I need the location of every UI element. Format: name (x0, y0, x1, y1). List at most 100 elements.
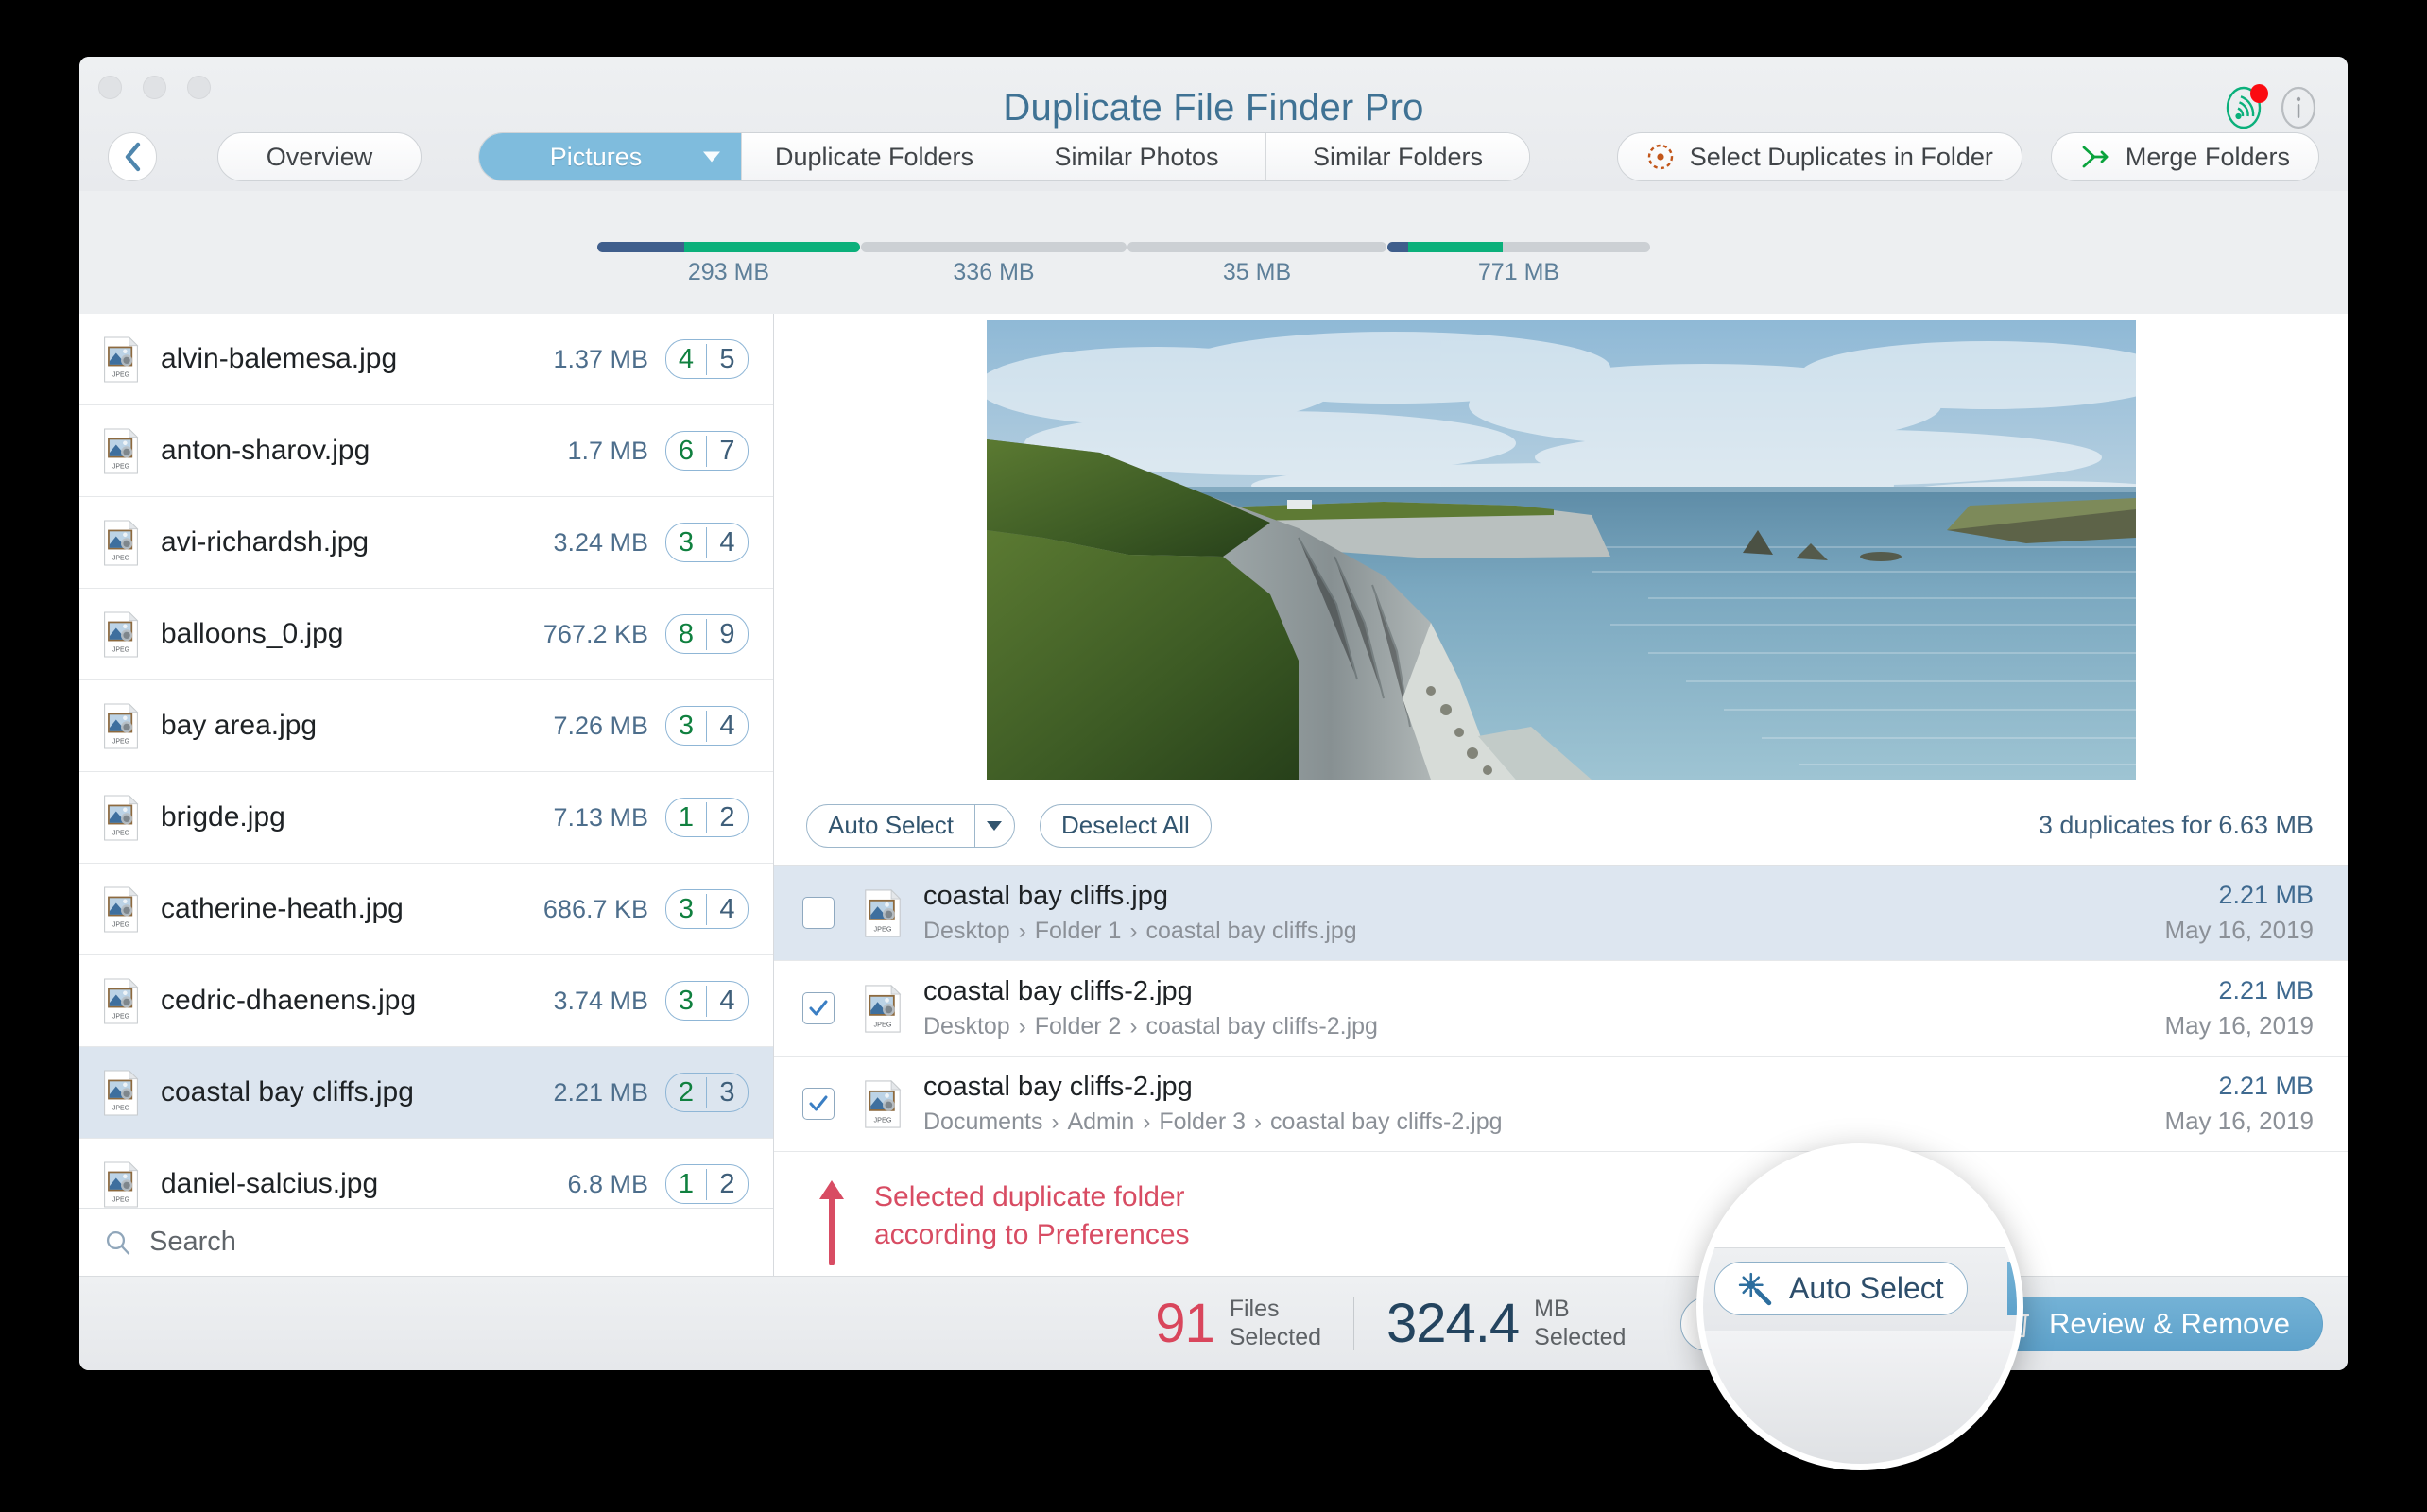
jpeg-file-icon: JPEG (104, 977, 139, 1023)
path-segment: Admin (1067, 1108, 1135, 1135)
jpeg-file-icon: JPEG (102, 519, 140, 566)
file-row[interactable]: JPEG anton-sharov.jpg 1.7 MB 6 7 (79, 405, 773, 497)
tab-pictures[interactable]: Pictures (479, 133, 742, 180)
file-row[interactable]: JPEG alvin-balemesa.jpg 1.37 MB 4 5 (79, 314, 773, 405)
tab-similar-photos[interactable]: Similar Photos (1007, 133, 1266, 180)
deselect-all-button[interactable]: Deselect All (1039, 803, 1212, 848)
file-name: coastal bay cliffs.jpg (161, 1076, 414, 1108)
magnified-auto-select-label: Auto Select (1789, 1271, 1944, 1305)
preview-area (774, 314, 2348, 786)
file-name: avi-richardsh.jpg (161, 526, 370, 558)
annotation-callout: Selected duplicate folder according to P… (774, 1152, 2348, 1265)
svg-text:JPEG: JPEG (874, 924, 892, 933)
total-count: 5 (719, 343, 735, 374)
main-content: Sort by Name JPEG alvin-balemesa.jpg1.37… (79, 314, 2348, 1276)
total-count: 2 (719, 801, 735, 833)
meter-blue-segment (1387, 242, 1409, 252)
annotation-line-1: Selected duplicate folder (874, 1181, 1185, 1212)
path-separator-icon: › (1018, 1014, 1026, 1040)
notifications-icon[interactable] (2225, 84, 2268, 130)
path-separator-icon: › (1129, 919, 1138, 944)
path-segment: coastal bay cliffs-2.jpg (1270, 1108, 1503, 1135)
total-count: 4 (719, 710, 735, 741)
selected-label: Selected (1229, 1323, 1322, 1350)
info-icon[interactable] (2278, 85, 2319, 130)
search-bar[interactable] (79, 1208, 773, 1276)
path-segment: Folder 1 (1034, 918, 1122, 944)
file-row[interactable]: JPEG balloons_0.jpg 767.2 KB 8 9 (79, 589, 773, 680)
total-count: 9 (719, 618, 735, 649)
duplicates-action-bar: Auto Select Deselect All 3 duplicates fo… (774, 786, 2348, 866)
back-button[interactable] (108, 132, 157, 181)
tab-similar-folders-label: Similar Folders (1312, 142, 1484, 171)
duplicate-checkbox[interactable] (802, 1088, 835, 1120)
path-separator-icon: › (1143, 1109, 1151, 1135)
duplicate-count-badge: 34 (665, 981, 749, 1021)
auto-select-caret[interactable] (973, 804, 1014, 847)
duplicate-file-name: coastal bay cliffs.jpg (923, 881, 1168, 911)
path-segment: Desktop (923, 1013, 1010, 1040)
svg-text:JPEG: JPEG (112, 921, 129, 928)
file-row[interactable]: JPEG bay area.jpg 7.26 MB 3 4 (79, 680, 773, 772)
file-size: 3.24 MB (553, 527, 648, 557)
auto-select-label: Auto Select (828, 811, 954, 839)
auto-select-dropdown-button[interactable]: Auto Select (806, 803, 1015, 848)
duplicate-count-badge: 34 (665, 523, 749, 562)
size-selected-label: MB Selected (1534, 1296, 1626, 1351)
tab-similar-folders[interactable]: Similar Folders (1266, 133, 1529, 180)
selection-stats: 91 Files Selected 324.4 MB Selected (1155, 1292, 1626, 1355)
file-name: daniel-salcius.jpg (161, 1168, 379, 1199)
jpeg-file-icon: JPEG (102, 427, 140, 474)
file-row[interactable]: JPEG catherine-heath.jpg 686.7 KB 3 4 (79, 864, 773, 955)
overview-label: Overview (266, 142, 373, 171)
duplicate-row[interactable]: JPEG coastal bay cliffs-2.jpg Documents › A… (774, 1057, 2348, 1152)
image-preview (986, 320, 2136, 780)
meter-similar-folders: 771 MB (1387, 242, 1650, 286)
duplicate-checkbox[interactable] (802, 992, 835, 1024)
view-tabs: Pictures Duplicate Folders Similar Photo… (478, 132, 1530, 181)
total-count: 4 (719, 526, 735, 558)
magnified-auto-select-button[interactable]: Auto Select (1714, 1262, 1968, 1315)
file-row[interactable]: JPEG coastal bay cliffs.jpg 2.21 MB 2 3 (79, 1047, 773, 1139)
merge-folders-button[interactable]: Merge Folders (2050, 132, 2319, 181)
file-row[interactable]: JPEG avi-richardsh.jpg 3.24 MB 3 4 (79, 497, 773, 589)
titlebar-icons (2225, 84, 2319, 130)
duplicate-row[interactable]: JPEG coastal bay cliffs-2.jpg Desktop › Fol… (774, 961, 2348, 1057)
path-segment: Desktop (923, 918, 1010, 944)
file-list[interactable]: JPEG alvin-balemesa.jpg 1.37 MB 4 5 JPEG an… (79, 314, 773, 1208)
file-row[interactable]: JPEG brigde.jpg 7.13 MB 1 2 (79, 772, 773, 864)
tab-duplicate-folders[interactable]: Duplicate Folders (742, 133, 1007, 180)
duplicate-checkbox[interactable] (802, 897, 835, 929)
size-selected-value: 324.4 (1386, 1293, 1520, 1354)
duplicate-file-date: May 16, 2019 (2164, 916, 2314, 944)
duplicate-file-path: Desktop › Folder 1 › coastal bay cliffs.jpg (923, 918, 2164, 945)
jpeg-file-icon: JPEG (102, 335, 140, 383)
file-size: 7.13 MB (553, 802, 648, 832)
jpeg-file-icon: JPEG (102, 794, 140, 841)
meter-similar-photos: 35 MB (1127, 242, 1386, 286)
target-icon (1646, 143, 1675, 171)
duplicate-count: 6 (666, 435, 707, 467)
duplicate-file-size: 2.21 MB (2218, 881, 2314, 909)
overview-button[interactable]: Overview (217, 132, 422, 181)
duplicate-info: coastal bay cliffs-2.jpg Documents › Admin ›… (923, 1072, 2164, 1136)
file-row[interactable]: JPEG cedric-dhaenens.jpg 3.74 MB 3 4 (79, 955, 773, 1047)
file-name: cedric-dhaenens.jpg (161, 985, 417, 1016)
path-separator-icon: › (1018, 919, 1026, 944)
magnifier-top-strip (1703, 1150, 2017, 1247)
jpeg-file-icon: JPEG (104, 427, 139, 473)
tab-duplicate-folders-label: Duplicate Folders (774, 142, 974, 171)
chevron-down-icon (703, 151, 720, 163)
jpeg-file-icon: JPEG (104, 702, 139, 748)
tab-similar-photos-label: Similar Photos (1054, 142, 1219, 171)
file-row[interactable]: JPEG daniel-salcius.jpg 6.8 MB 1 2 (79, 1139, 773, 1208)
meter-label: 336 MB (953, 259, 1035, 285)
select-duplicates-in-folder-button[interactable]: Select Duplicates in Folder (1616, 132, 2022, 181)
duplicate-count: 3 (666, 710, 707, 742)
selected-label: Selected (1534, 1323, 1627, 1350)
path-separator-icon: › (1254, 1109, 1263, 1135)
duplicate-row[interactable]: JPEG coastal bay cliffs.jpg Desktop › Folde… (774, 866, 2348, 961)
search-input[interactable] (149, 1227, 679, 1258)
duplicate-count: 1 (666, 801, 707, 833)
duplicate-file-date: May 16, 2019 (2164, 1011, 2314, 1040)
